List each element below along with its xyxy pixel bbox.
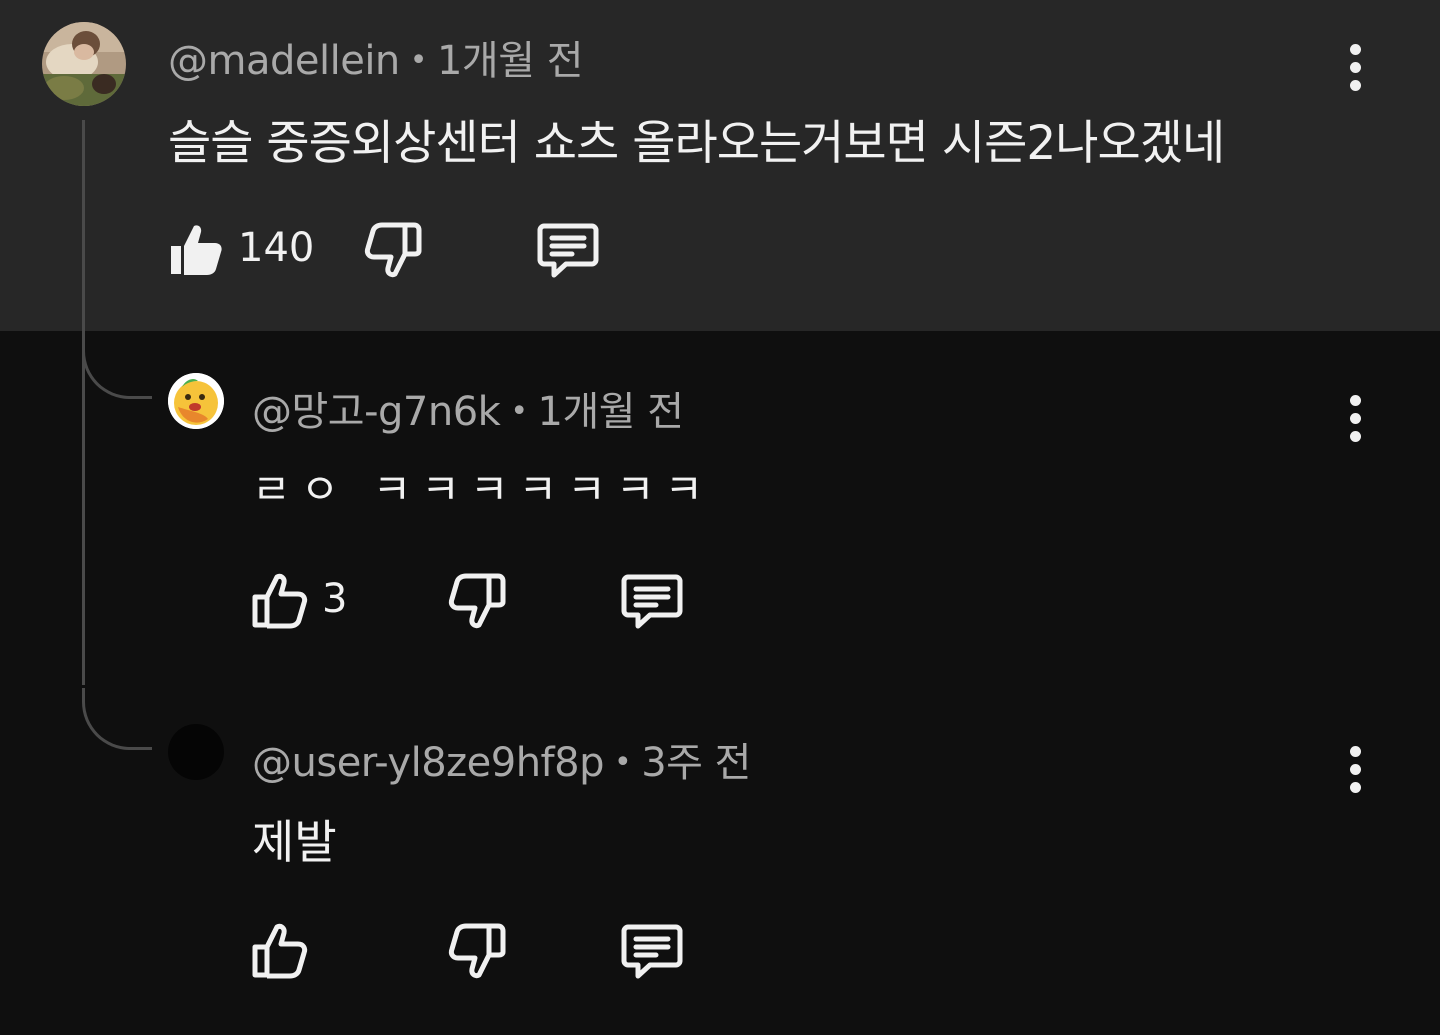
thumbs-up-icon[interactable] (163, 218, 227, 282)
more-vert-icon[interactable] (1336, 40, 1376, 96)
timestamp[interactable]: 3주 전 (641, 740, 751, 786)
reply-icon[interactable] (620, 919, 684, 983)
reply-header: @망고-g7n6k • 1개월 전 (252, 379, 684, 437)
separator-dot: • (510, 394, 528, 429)
more-vert-icon[interactable] (1336, 391, 1376, 447)
author-name[interactable]: @망고-g7n6k (252, 389, 501, 435)
like-count: 3 (322, 576, 348, 622)
reply-text: 제발 (252, 815, 337, 869)
thread-branch (82, 337, 152, 399)
separator-dot: • (409, 43, 428, 78)
author-name[interactable]: @madellein (168, 38, 400, 84)
avatar-user[interactable] (168, 724, 224, 780)
reply-icon[interactable] (620, 569, 684, 633)
reply-text: ㄹㅇ ㅋㅋㅋㅋㅋㅋㅋ (252, 465, 714, 514)
more-vert-icon[interactable] (1336, 742, 1376, 798)
avatar-mango[interactable] (168, 373, 224, 429)
comment-thread: @madellein • 1개월 전 슬슬 중증외상센터 쇼츠 올라오는거보면 시즌… (0, 0, 1440, 1035)
thumbs-down-icon[interactable] (445, 919, 509, 983)
avatar-madellein[interactable] (42, 22, 126, 106)
separator-dot: • (613, 745, 632, 780)
comment-text: 슬슬 중증외상센터 쇼츠 올라오는거보면 시즌2나오겠네 (168, 116, 1225, 171)
comment-header: @madellein • 1개월 전 (168, 28, 584, 86)
like-count: 140 (238, 225, 315, 271)
timestamp[interactable]: 1개월 전 (538, 389, 685, 435)
thumbs-down-icon[interactable] (445, 569, 509, 633)
thread-branch (82, 688, 152, 750)
thread-line (82, 120, 85, 685)
timestamp[interactable]: 1개월 전 (437, 38, 584, 84)
thumbs-up-icon[interactable] (247, 569, 311, 633)
reply-icon[interactable] (536, 218, 600, 282)
reply-header: @user-yl8ze9hf8p • 3주 전 (252, 730, 751, 788)
author-name[interactable]: @user-yl8ze9hf8p (252, 740, 604, 786)
thumbs-down-icon[interactable] (361, 218, 425, 282)
thumbs-up-icon[interactable] (247, 919, 311, 983)
